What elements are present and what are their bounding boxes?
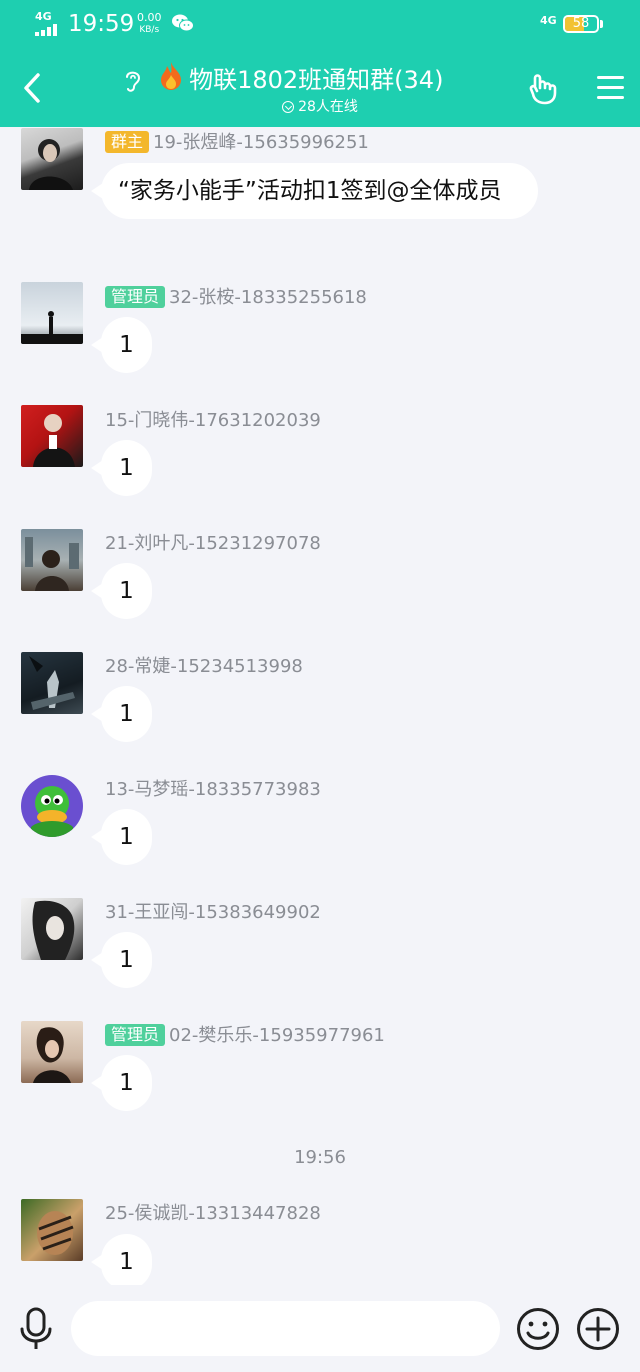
emoji-icon[interactable] [516,1307,560,1355]
online-text: 28人在线 [298,99,358,115]
sender-line: 群主 19-张煜峰-15635996251 [105,128,369,154]
sender-name: 15-门晓伟-17631202039 [105,410,321,431]
message-bubble[interactable]: 1 [91,809,152,865]
speed-value: 0.00 [137,11,162,24]
input-bar [0,1285,640,1372]
battery-nub [600,20,603,28]
wechat-icon [172,14,194,36]
sender-line: 管理员 02-樊乐乐-15935977961 [105,1021,385,1047]
chat-title: 物联1802班通知群(34) [189,66,444,94]
signal-icon [35,24,61,36]
message-bubble[interactable]: 1 [91,440,152,496]
plus-icon[interactable] [576,1307,620,1355]
sender-line: 15-门晓伟-17631202039 [105,406,321,432]
sender-line: 管理员 32-张桉-18335255618 [105,283,367,309]
network-type: 4G [35,10,52,23]
status-time: 19:59 [68,11,135,37]
avatar[interactable] [21,898,83,960]
avatar[interactable] [21,405,83,467]
avatar[interactable] [21,1021,83,1083]
avatar[interactable] [21,529,83,591]
avatar[interactable] [21,1199,83,1261]
message-bubble[interactable]: 1 [91,1234,152,1285]
status-bar: 4G 19:59 0.00 KB/s 4G 58 [0,0,640,52]
mic-icon[interactable] [18,1307,54,1355]
avatar[interactable] [21,128,83,190]
sender-line: 21-刘叶凡-15231297078 [105,529,321,555]
ear-icon[interactable] [122,68,144,98]
message-bubble[interactable]: 1 [91,932,152,988]
sender-name: 25-侯诚凯-13313447828 [105,1203,321,1224]
admin-badge: 管理员 [105,286,166,308]
owner-badge: 群主 [105,131,150,153]
network-type-right: 4G [540,14,557,27]
avatar[interactable] [21,775,83,837]
speed-unit: KB/s [139,25,160,35]
sender-line: 13-马梦瑶-18335773983 [105,775,321,801]
chat-header: 物联1802班通知群(34) 28人在线 [0,52,640,127]
sender-name: 28-常婕-15234513998 [105,656,303,677]
message-bubble[interactable]: “家务小能手”活动扣1签到@全体成员 [91,163,538,219]
message-bubble[interactable]: 1 [91,1055,152,1111]
message-input[interactable] [71,1301,500,1356]
sender-name: 19-张煜峰-15635996251 [153,132,369,153]
chevron-down-icon [282,101,295,113]
sender-name: 02-樊乐乐-15935977961 [169,1025,385,1046]
gesture-icon[interactable] [528,72,562,110]
network-speed: 0.00 KB/s [137,12,162,36]
sender-name: 32-张桉-18335255618 [169,287,367,308]
chat-title-group[interactable]: 物联1802班通知群(34) [158,60,443,95]
sender-name: 13-马梦瑶-18335773983 [105,779,321,800]
message-bubble[interactable]: 1 [91,563,152,619]
sender-line: 31-王亚闯-15383649902 [105,898,321,924]
avatar[interactable] [21,282,83,344]
menu-icon[interactable] [597,76,624,106]
sender-line: 25-侯诚凯-13313447828 [105,1199,321,1225]
sender-name: 21-刘叶凡-15231297078 [105,533,321,554]
message-bubble[interactable]: 1 [91,686,152,742]
time-divider: 19:56 [294,1147,346,1168]
battery-level: 58 [572,16,590,31]
battery-icon: 58 [563,15,599,33]
admin-badge: 管理员 [105,1024,166,1046]
avatar[interactable] [21,652,83,714]
sender-name: 31-王亚闯-15383649902 [105,902,321,923]
message-list[interactable]: 群主 19-张煜峰-15635996251 “家务小能手”活动扣1签到@全体成员 … [0,127,640,1285]
message-bubble[interactable]: 1 [91,317,152,373]
sender-line: 28-常婕-15234513998 [105,652,303,678]
fire-emoji-icon [158,61,184,95]
